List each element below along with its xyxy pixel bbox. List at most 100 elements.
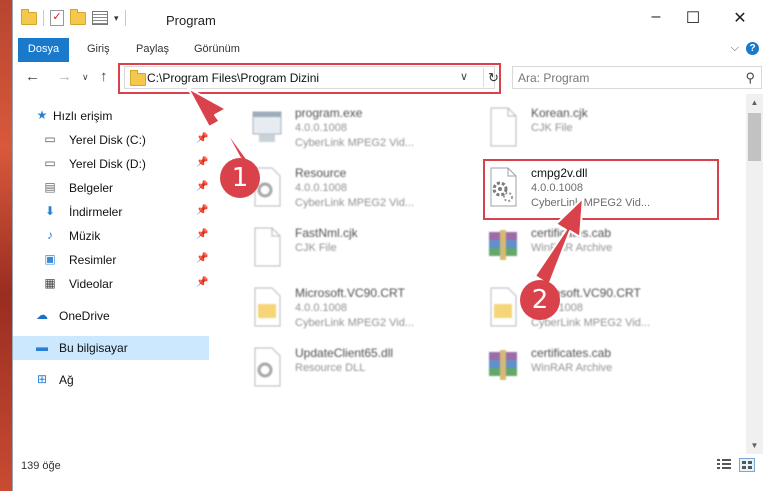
window-title: Program xyxy=(166,13,216,28)
sidebar-item-label: Ağ xyxy=(59,373,74,387)
address-dropdown-icon[interactable]: ∨ xyxy=(460,70,468,83)
winrar-archive-icon xyxy=(489,350,517,380)
status-bar: 139 öğe xyxy=(13,454,769,491)
scroll-down-icon[interactable]: ▼ xyxy=(746,437,763,454)
pictures-icon: ▣ xyxy=(44,252,56,266)
scroll-thumb[interactable] xyxy=(748,113,761,161)
recent-locations-icon[interactable]: ∨ xyxy=(82,72,89,83)
sidebar-item-documents[interactable]: ▤ Belgeler 📌 xyxy=(13,176,209,200)
file-type: WinRAR Archive xyxy=(531,242,613,254)
item-count: 139 öğe xyxy=(21,460,61,472)
tab-share[interactable]: Paylaş xyxy=(136,38,169,62)
file-name: UpdateClient65.dll xyxy=(295,346,394,360)
minimize-button[interactable]: – xyxy=(636,8,676,26)
tiles-view-icon[interactable] xyxy=(739,458,755,472)
sidebar-item-videos[interactable]: ▦ Videolar 📌 xyxy=(13,272,209,296)
vertical-scrollbar[interactable]: ▲ ▼ xyxy=(746,94,763,454)
file-item[interactable]: certificates.cab WinRAR Archive xyxy=(475,220,705,274)
details-view-icon[interactable] xyxy=(717,458,731,470)
file-item[interactable]: Microsoft.VC90.CRT 4.0.0.1008 CyberLink … xyxy=(475,280,705,334)
computer-icon: ▬ xyxy=(36,340,48,354)
file-item[interactable]: Korean.cjk CJK File xyxy=(475,100,705,154)
sidebar-item-this-pc[interactable]: ▬ Bu bilgisayar xyxy=(13,336,209,360)
sidebar-item-label: Resimler xyxy=(69,253,117,267)
sidebar-item-label: Hızlı erişim xyxy=(53,109,113,123)
search-icon[interactable]: ⚲ xyxy=(745,70,755,86)
sidebar-item-onedrive[interactable]: ☁ OneDrive xyxy=(13,304,209,328)
file-item[interactable]: Microsoft.VC90.CRT 4.0.0.1008 CyberLink … xyxy=(239,280,469,334)
back-button[interactable]: ← xyxy=(25,68,40,85)
callout-1: 1 xyxy=(220,158,260,198)
sidebar-item-disk-d[interactable]: ▭ Yerel Disk (D:) 📌 xyxy=(13,152,209,176)
file-list: program.exe 4.0.0.1008 CyberLink MPEG2 V… xyxy=(225,94,741,454)
file-type: CJK File xyxy=(531,122,573,134)
title-bar: ✓ ▾ Program – ☐ ✕ xyxy=(13,0,769,38)
maximize-button[interactable]: ☐ xyxy=(673,8,713,28)
navigation-pane: ★ Hızlı erişim ▭ Yerel Disk (C:) 📌 ▭ Yer… xyxy=(13,94,209,454)
dll-gear-icon xyxy=(490,167,517,207)
file-item-cmpg2v[interactable]: cmpg2v.dll 4.0.0.1008 CyberLink MPEG2 Vi… xyxy=(475,160,705,214)
download-icon: ⬇ xyxy=(44,204,56,218)
file-version: 4.0.0.1008 xyxy=(295,182,347,194)
file-item[interactable]: UpdateClient65.dll Resource DLL xyxy=(239,340,469,394)
file-name: Korean.cjk xyxy=(531,106,588,120)
video-icon: ▦ xyxy=(44,276,56,290)
file-type: WinRAR Archive xyxy=(531,362,613,374)
folder-file-icon xyxy=(254,287,281,327)
file-description: CyberLink MPEG2 Vid... xyxy=(295,137,415,149)
tab-home[interactable]: Giriş xyxy=(87,38,110,62)
file-type: CJK File xyxy=(295,242,337,254)
pin-icon: 📌 xyxy=(196,157,209,168)
file-item[interactable]: FastNml.cjk CJK File xyxy=(239,220,469,274)
search-input[interactable]: Ara: Program xyxy=(518,71,589,85)
sidebar-item-downloads[interactable]: ⬇ İndirmeler 📌 xyxy=(13,200,209,224)
sidebar-item-quick-access[interactable]: ★ Hızlı erişim xyxy=(13,104,209,128)
tab-view[interactable]: Görünüm xyxy=(194,38,240,62)
new-folder-icon[interactable] xyxy=(70,8,86,25)
file-name: FastNml.cjk xyxy=(295,226,358,240)
address-bar[interactable]: C:\Program Files\Program Dizini ∨ ↻ xyxy=(124,66,499,89)
star-icon: ★ xyxy=(36,108,48,122)
sidebar-item-network[interactable]: ⊞ Ağ xyxy=(13,368,209,392)
file-description: CyberLink MPEG2 Vid... xyxy=(295,197,415,209)
pin-icon: 📌 xyxy=(196,133,209,144)
winrar-archive-icon xyxy=(489,230,517,260)
file-item[interactable]: program.exe 4.0.0.1008 CyberLink MPEG2 V… xyxy=(239,100,469,154)
pin-icon: 📌 xyxy=(196,253,209,264)
sidebar-item-label: Yerel Disk (C:) xyxy=(69,133,146,147)
sidebar-item-pictures[interactable]: ▣ Resimler 📌 xyxy=(13,248,209,272)
ribbon: Dosya Giriş Paylaş Görünüm ⌵ ? xyxy=(13,38,769,92)
file-version: 4.0.0.1008 xyxy=(295,302,347,314)
help-icon[interactable]: ? xyxy=(746,42,759,55)
up-button[interactable]: ↑ xyxy=(100,68,108,85)
drive-icon: ▭ xyxy=(44,132,56,146)
folder-icon xyxy=(130,70,146,86)
view-properties-icon[interactable] xyxy=(92,11,108,25)
expand-ribbon-icon[interactable]: ⌵ xyxy=(731,42,739,55)
blank-file-icon xyxy=(254,227,281,267)
sidebar-item-label: Müzik xyxy=(69,229,101,243)
file-item[interactable]: Resource 4.0.0.1008 CyberLink MPEG2 Vid.… xyxy=(239,160,469,214)
sidebar-item-disk-c[interactable]: ▭ Yerel Disk (C:) 📌 xyxy=(13,128,209,152)
scroll-up-icon[interactable]: ▲ xyxy=(746,94,763,111)
file-item[interactable]: certificates.cab WinRAR Archive xyxy=(475,340,705,394)
close-button[interactable]: ✕ xyxy=(720,8,760,28)
file-name: cmpg2v.dll xyxy=(531,166,588,180)
customize-toolbar-icon[interactable]: ▾ xyxy=(114,13,119,24)
sidebar-item-label: OneDrive xyxy=(59,309,110,323)
cloud-icon: ☁ xyxy=(36,308,48,322)
blank-file-icon xyxy=(490,107,517,147)
folder-icon xyxy=(21,8,37,25)
properties-check-icon[interactable]: ✓ xyxy=(50,10,64,26)
sidebar-item-label: Videolar xyxy=(69,277,113,291)
address-path[interactable]: C:\Program Files\Program Dizini xyxy=(147,71,319,85)
sidebar-item-music[interactable]: ♪ Müzik 📌 xyxy=(13,224,209,248)
search-box[interactable]: Ara: Program ⚲ xyxy=(512,66,762,89)
refresh-icon[interactable]: ↻ xyxy=(483,68,503,87)
drive-icon: ▭ xyxy=(44,156,56,170)
file-version: 4.0.0.1008 xyxy=(531,182,583,194)
file-name: program.exe xyxy=(295,106,363,120)
forward-button[interactable]: → xyxy=(57,68,72,85)
file-name: Resource xyxy=(295,166,347,180)
pin-icon: 📌 xyxy=(196,181,209,192)
